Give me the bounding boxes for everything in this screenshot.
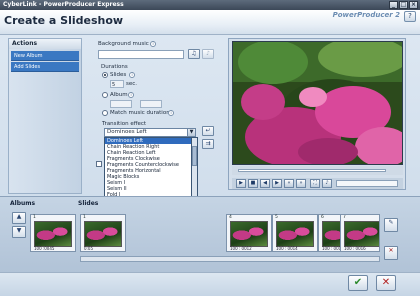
slide-thumb-duration: 100 : 0016 bbox=[344, 246, 366, 251]
help-button[interactable]: ? bbox=[404, 11, 416, 22]
transition-effect-select[interactable]: Dominoes Left ▼ bbox=[104, 128, 196, 137]
transition-selected-value: Dominoes Left bbox=[107, 129, 147, 135]
music-browse-button[interactable]: ♫ bbox=[188, 49, 200, 59]
slide-thumb-number: 4 bbox=[229, 215, 232, 220]
page-title: Create a Slideshow bbox=[4, 14, 124, 27]
preview-image bbox=[233, 42, 402, 164]
playback-controls: ▶ ■ ◀ ▶ « » ⛶ ♪ bbox=[232, 178, 403, 189]
slides-duration-radio[interactable] bbox=[102, 72, 108, 78]
dropdown-scroll-thumb[interactable] bbox=[192, 146, 197, 166]
slides-scrollbar[interactable] bbox=[80, 256, 380, 262]
slide-thumbnail[interactable]: 4 100 : 0012 bbox=[226, 214, 272, 252]
slide-thumb-image bbox=[230, 221, 268, 247]
slides-duration-value: 5 bbox=[112, 82, 116, 88]
album-thumb-number: 1 bbox=[33, 215, 36, 220]
slides-duration-label: Slides bbox=[110, 72, 127, 78]
previous-icon[interactable]: ◀ bbox=[260, 179, 270, 188]
slide-thumbnail[interactable]: 1 0:05 bbox=[80, 214, 126, 252]
background-music-label: Background music bbox=[98, 41, 149, 47]
seek-track[interactable] bbox=[238, 169, 386, 172]
slide-thumb-image bbox=[84, 221, 122, 247]
album-move-up-icon[interactable]: ▲ bbox=[12, 212, 26, 224]
album-thumb-image bbox=[34, 221, 72, 247]
match-music-info-icon: i bbox=[168, 110, 174, 116]
close-button[interactable]: × bbox=[409, 1, 418, 9]
slides-duration-spinner[interactable]: 5 bbox=[110, 80, 124, 88]
transition-effect-label: Transition effect bbox=[102, 121, 147, 127]
album-minutes-spinner[interactable] bbox=[110, 100, 132, 108]
next-icon[interactable]: ▶ bbox=[272, 179, 282, 188]
seconds-unit-label: sec. bbox=[126, 81, 138, 87]
play-icon[interactable]: ▶ bbox=[236, 179, 246, 188]
seek-bar[interactable] bbox=[232, 166, 403, 175]
album-info-icon: i bbox=[128, 92, 134, 98]
slide-thumb-image bbox=[344, 221, 379, 247]
album-thumbnail[interactable]: 1 100 :0045 bbox=[30, 214, 76, 252]
slide-thumb-duration: 100 : 0012 bbox=[230, 246, 252, 251]
slide-thumb-duration: 0:05 bbox=[84, 246, 93, 251]
window-title: CyberLink - PowerProducer Express bbox=[3, 1, 124, 8]
delete-slide-button[interactable]: ✕ bbox=[384, 246, 398, 260]
slide-thumb-image bbox=[276, 221, 314, 247]
album-move-down-icon[interactable]: ▼ bbox=[12, 226, 26, 238]
preview-video bbox=[232, 41, 403, 165]
slides-label: Slides bbox=[78, 200, 99, 207]
chevron-down-icon[interactable]: ▼ bbox=[187, 129, 195, 136]
apply-all-transition-button[interactable]: ⇉ bbox=[202, 139, 214, 149]
albums-label: Albums bbox=[10, 200, 36, 207]
slide-thumb-duration: 100 : 0014 bbox=[276, 246, 298, 251]
album-side-tools: ▲ ▼ bbox=[12, 212, 30, 262]
transition-checkbox[interactable] bbox=[96, 161, 102, 167]
new-album-action[interactable]: New Album bbox=[11, 51, 79, 61]
slide-thumbnail[interactable]: 7 100 : 0016 bbox=[340, 214, 380, 252]
rewind-icon[interactable]: « bbox=[284, 179, 294, 188]
slide-thumb-number: 6 bbox=[321, 215, 324, 220]
music-options-button[interactable]: ♪ bbox=[202, 49, 214, 59]
window-title-bar: CyberLink - PowerProducer Express _ □ × bbox=[0, 0, 420, 10]
minimize-button[interactable]: _ bbox=[389, 1, 398, 9]
apply-transition-button[interactable]: ↵ bbox=[202, 126, 214, 136]
maximize-button[interactable]: □ bbox=[399, 1, 408, 9]
match-music-label: Match music duration bbox=[110, 110, 170, 116]
volume-icon[interactable]: ♪ bbox=[322, 179, 332, 188]
durations-label: Durations bbox=[101, 64, 128, 70]
album-duration-radio[interactable] bbox=[102, 92, 108, 98]
slides-info-icon: i bbox=[129, 72, 135, 78]
match-music-radio[interactable] bbox=[102, 110, 108, 116]
fast-forward-icon[interactable]: » bbox=[296, 179, 306, 188]
time-display bbox=[336, 180, 398, 187]
actions-header: Actions bbox=[9, 39, 81, 49]
slide-edit-button[interactable]: ✎ bbox=[384, 218, 398, 232]
fullscreen-icon[interactable]: ⛶ bbox=[310, 179, 320, 188]
add-slides-action[interactable]: Add Slides bbox=[11, 62, 79, 72]
ok-button[interactable]: ✔ bbox=[348, 275, 368, 291]
slide-thumbnail[interactable]: 5 100 : 0014 bbox=[272, 214, 318, 252]
stop-icon[interactable]: ■ bbox=[248, 179, 258, 188]
background-music-field[interactable] bbox=[98, 50, 184, 59]
album-thumb-duration: 100 :0045 bbox=[34, 246, 55, 251]
background-music-info-icon: i bbox=[150, 41, 156, 47]
cancel-button[interactable]: ✕ bbox=[376, 275, 396, 291]
slide-thumb-number: 7 bbox=[343, 215, 346, 220]
album-duration-label: Album bbox=[110, 92, 128, 98]
actions-panel: Actions New Album Add Slides bbox=[8, 38, 82, 194]
brand-logo: PowerProducer 2 bbox=[332, 11, 400, 19]
slide-thumb-number: 1 bbox=[83, 215, 86, 220]
slide-thumb-number: 5 bbox=[275, 215, 278, 220]
album-seconds-spinner[interactable] bbox=[140, 100, 162, 108]
